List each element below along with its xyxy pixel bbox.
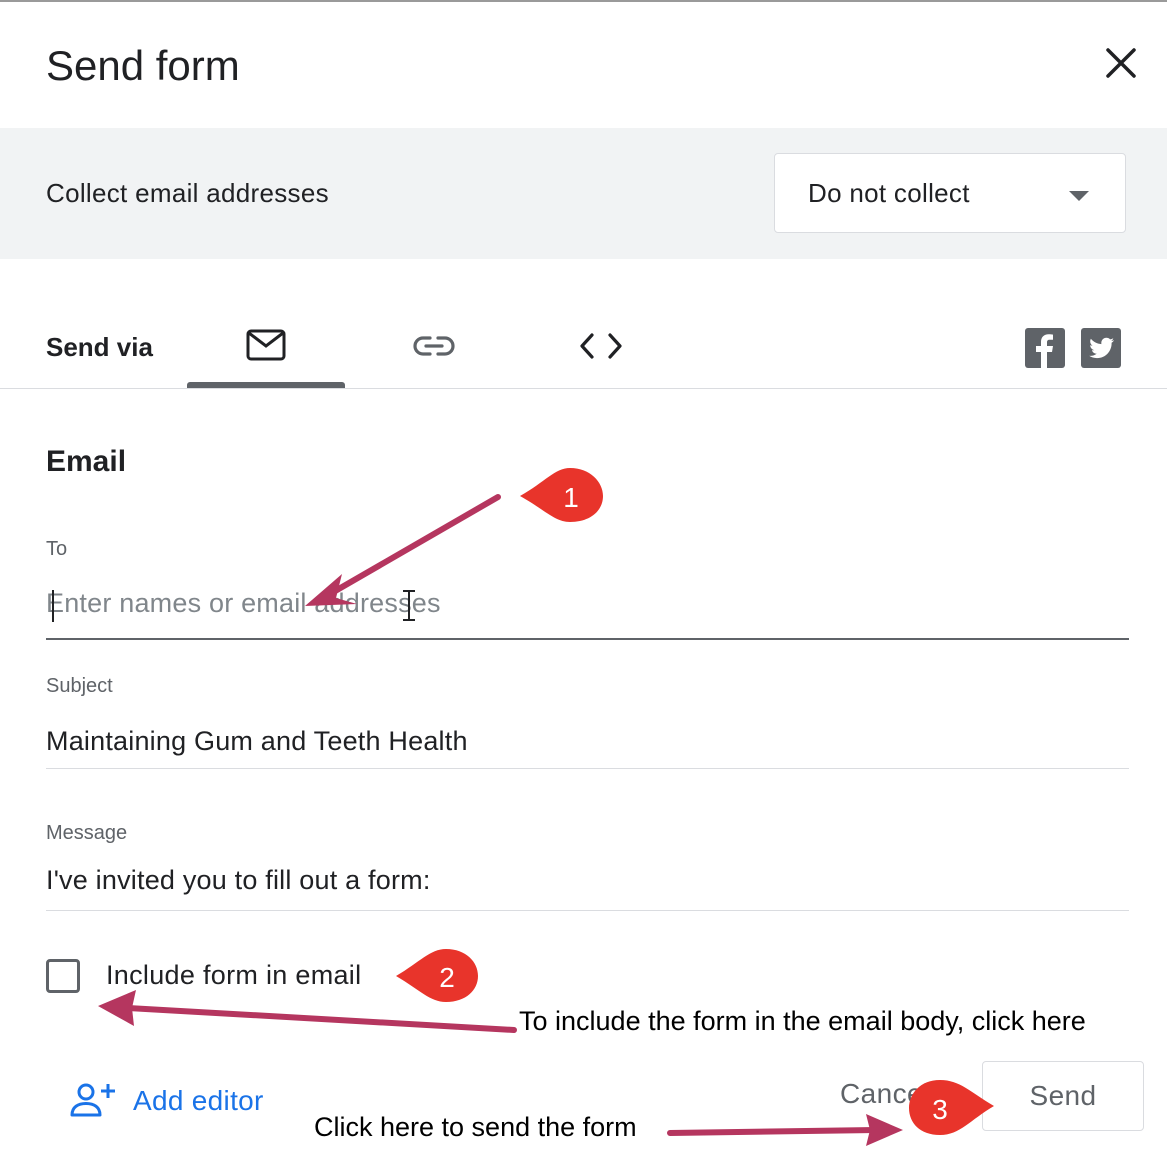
share-facebook-button[interactable] — [1025, 328, 1065, 368]
link-icon — [413, 336, 455, 356]
annotation-include-note: To include the form in the email body, c… — [519, 1006, 1086, 1036]
facebook-icon — [1036, 334, 1053, 368]
share-twitter-button[interactable] — [1081, 328, 1121, 368]
add-editor-label[interactable]: Add editor — [133, 1085, 264, 1117]
tab-link[interactable] — [355, 312, 513, 388]
embed-code-icon — [580, 333, 622, 359]
send-button-label: Send — [1029, 1080, 1097, 1111]
email-section-title: Email — [46, 445, 127, 478]
marker-2-number: 2 — [439, 962, 455, 993]
tab-embed[interactable] — [522, 312, 680, 388]
close-icon — [1106, 48, 1136, 78]
marker-1-number: 1 — [563, 482, 579, 513]
subject-input[interactable]: Maintaining Gum and Teeth Health — [46, 726, 1129, 757]
close-button[interactable] — [1098, 40, 1144, 86]
arrow-3 — [667, 1114, 903, 1146]
email-icon — [246, 329, 286, 361]
include-form-checkbox[interactable] — [46, 959, 80, 993]
dialog-title: Send form — [46, 42, 240, 89]
message-input-underline — [46, 910, 1129, 911]
subject-label: Subject — [46, 675, 113, 697]
tab-email[interactable] — [187, 312, 345, 388]
text-cursor — [52, 590, 54, 622]
message-label: Message — [46, 822, 128, 844]
twitter-icon — [1089, 337, 1115, 359]
cancel-button[interactable]: Cancel — [840, 1078, 930, 1110]
add-editor-button[interactable] — [70, 1082, 118, 1122]
to-label: To — [46, 538, 68, 560]
message-input[interactable]: I've invited you to fill out a form: — [46, 865, 1129, 896]
annotation-send-note: Click here to send the form — [314, 1112, 637, 1142]
collect-email-label: Collect email addresses — [46, 178, 329, 208]
collect-email-selected: Do not collect — [808, 178, 970, 208]
send-form-dialog: Send form Collect email addresses Do not… — [0, 0, 1167, 1157]
to-input-underline — [46, 638, 1129, 640]
marker-3-number: 3 — [932, 1094, 948, 1125]
to-input[interactable]: Enter names or email addresses — [46, 588, 1129, 619]
add-person-icon — [70, 1083, 115, 1117]
marker-2: 2 — [396, 949, 478, 1002]
tabs-divider — [0, 388, 1167, 389]
subject-input-underline — [46, 768, 1129, 769]
collect-email-dropdown[interactable]: Do not collect — [774, 153, 1126, 233]
dropdown-caret-icon — [1069, 191, 1089, 201]
include-form-label[interactable]: Include form in email — [106, 960, 361, 991]
send-via-label: Send via — [46, 332, 153, 362]
arrow-2 — [98, 990, 517, 1033]
marker-1: 1 — [520, 468, 603, 522]
send-button[interactable]: Send — [982, 1061, 1144, 1131]
